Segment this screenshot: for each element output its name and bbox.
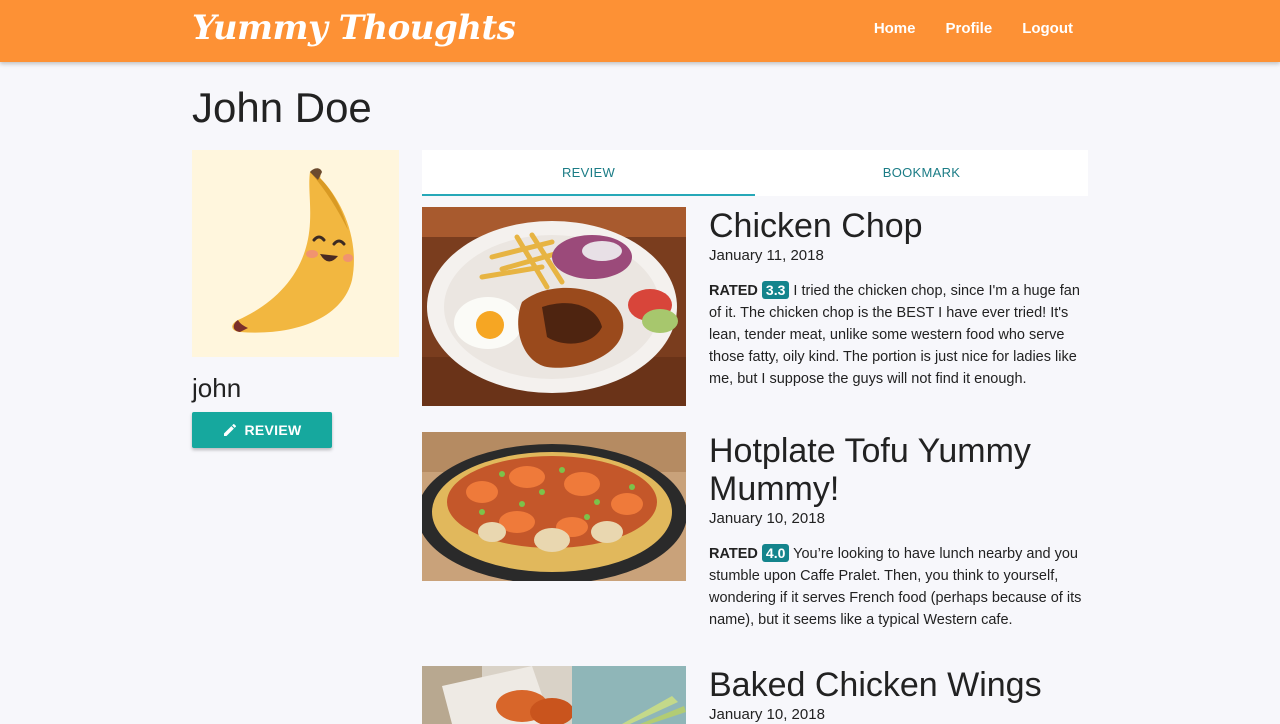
rating-badge: 3.3 <box>761 281 790 299</box>
review-date: January 10, 2018 <box>709 706 825 723</box>
rated-label: RATED <box>709 546 758 562</box>
review-content: Baked Chicken Wings January 10, 2018 <box>709 666 1089 723</box>
rating-badge: 4.0 <box>761 544 790 562</box>
avatar <box>192 150 399 357</box>
nav-home-link[interactable]: Home <box>874 20 916 37</box>
review-body: RATED 3.3 I tried the chicken chop, sinc… <box>709 280 1089 390</box>
pencil-icon <box>224 423 237 436</box>
write-review-label: REVIEW <box>244 422 302 438</box>
tab-review[interactable]: REVIEW <box>422 150 755 196</box>
review-card: Chicken Chop January 11, 2018 RATED 3.3 … <box>422 207 1088 407</box>
banana-icon <box>232 168 354 333</box>
review-date: January 11, 2018 <box>709 247 824 264</box>
username: john <box>192 373 242 403</box>
review-card: Baked Chicken Wings January 10, 2018 <box>422 666 1088 724</box>
review-photo-chicken-chop[interactable] <box>422 207 686 406</box>
review-content: Chicken Chop January 11, 2018 RATED 3.3 … <box>709 207 1089 390</box>
review-photo-baked-chicken-wings[interactable] <box>422 666 686 724</box>
nav-logout-link[interactable]: Logout <box>1022 20 1073 37</box>
tab-bookmark[interactable]: BOOKMARK <box>755 150 1088 196</box>
review-body: RATED 4.0 You’re looking to have lunch n… <box>709 543 1089 631</box>
nav-profile-link[interactable]: Profile <box>946 20 993 37</box>
navbar: Yummy Thoughts Home Profile Logout <box>0 0 1280 62</box>
brand-logo[interactable]: Yummy Thoughts <box>192 8 516 48</box>
nav-links: Home Profile Logout <box>874 20 1073 37</box>
rated-label: RATED <box>709 283 758 299</box>
tabs: REVIEW BOOKMARK <box>422 150 1088 196</box>
page-title: John Doe <box>192 84 372 131</box>
review-title[interactable]: Hotplate Tofu Yummy Mummy! <box>709 432 1089 508</box>
review-title[interactable]: Chicken Chop <box>709 207 1089 245</box>
write-review-button[interactable]: REVIEW <box>192 412 332 448</box>
review-card: Hotplate Tofu Yummy Mummy! January 10, 2… <box>422 432 1088 632</box>
review-title[interactable]: Baked Chicken Wings <box>709 666 1089 704</box>
review-date: January 10, 2018 <box>709 510 825 527</box>
review-content: Hotplate Tofu Yummy Mummy! January 10, 2… <box>709 432 1089 631</box>
review-photo-hotplate-tofu[interactable] <box>422 432 686 581</box>
